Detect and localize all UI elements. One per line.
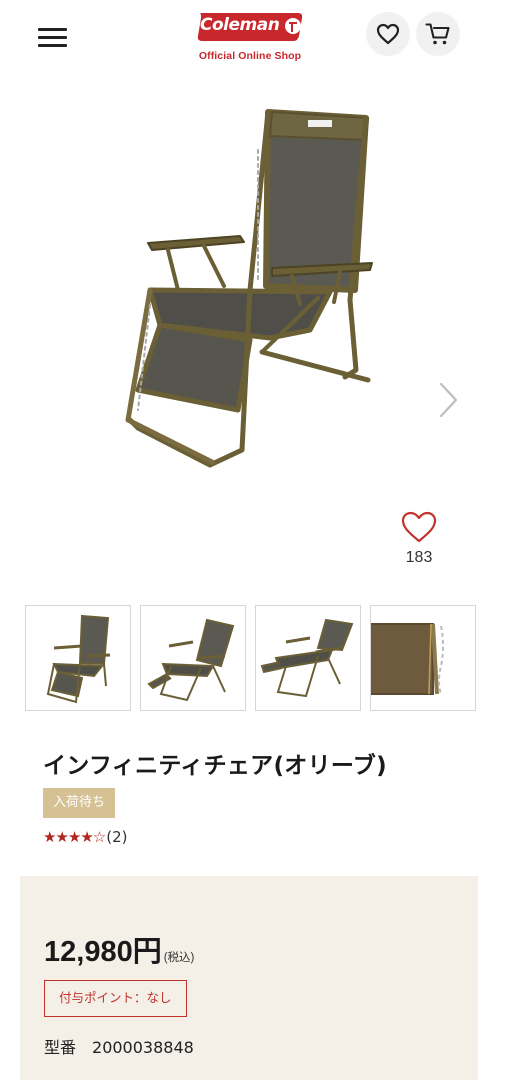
thumbnail-mesh-detail bbox=[371, 623, 444, 695]
site-header: Coleman Official Online Shop bbox=[0, 0, 505, 80]
heart-icon bbox=[376, 23, 400, 45]
logo-subtitle: Official Online Shop bbox=[198, 50, 302, 62]
model-label: 型番 bbox=[44, 1038, 77, 1057]
thumbnail-chair-front bbox=[46, 614, 111, 704]
price: 12,980円 (税込) bbox=[44, 928, 194, 970]
chair-image bbox=[125, 109, 373, 468]
thumbnail-chair-flat bbox=[260, 618, 354, 698]
cart-button[interactable] bbox=[416, 12, 460, 56]
coleman-logo[interactable]: Coleman Official Online Shop bbox=[190, 10, 310, 66]
model-value: 2000038848 bbox=[92, 1038, 194, 1057]
product-main-image[interactable] bbox=[0, 90, 505, 490]
thumbnail-3[interactable] bbox=[255, 605, 361, 711]
chevron-right-icon[interactable] bbox=[432, 378, 462, 422]
rating[interactable]: ★★★★☆(2) bbox=[43, 828, 128, 846]
menu-line bbox=[38, 36, 67, 39]
status-badge: 入荷待ち bbox=[43, 788, 116, 818]
menu-line bbox=[38, 28, 67, 31]
rating-stars: ★★★★ bbox=[43, 828, 94, 846]
price-panel: 12,980円 (税込) 付与ポイント：なし 型番 2000038848 bbox=[20, 876, 478, 1080]
model-number: 型番 2000038848 bbox=[44, 1034, 194, 1058]
like-count: 183 bbox=[405, 549, 433, 566]
like-button[interactable]: 183 bbox=[394, 510, 444, 567]
thumbnail-4[interactable] bbox=[370, 605, 476, 711]
cart-icon bbox=[425, 23, 450, 45]
thumbnail-1[interactable] bbox=[25, 605, 131, 711]
rating-count: (2) bbox=[106, 828, 128, 846]
heart-outline-icon bbox=[401, 511, 437, 543]
thumbnail-chair-reclined bbox=[147, 618, 235, 702]
logo-badge: Coleman bbox=[194, 10, 306, 44]
menu-line bbox=[38, 44, 67, 47]
hamburger-menu-icon[interactable] bbox=[36, 24, 70, 50]
points-label: 付与ポイント：なし bbox=[44, 980, 187, 1017]
price-value: 12,980円 bbox=[44, 936, 162, 968]
thumbnail-strip bbox=[25, 605, 480, 711]
favorites-button[interactable] bbox=[366, 12, 410, 56]
tax-note: (税込) bbox=[163, 952, 195, 964]
logo-text: Coleman bbox=[200, 15, 280, 35]
product-title: インフィニティチェア(オリーブ) bbox=[43, 753, 387, 779]
thumbnail-2[interactable] bbox=[140, 605, 246, 711]
rating-empty-star: ☆ bbox=[92, 828, 107, 846]
